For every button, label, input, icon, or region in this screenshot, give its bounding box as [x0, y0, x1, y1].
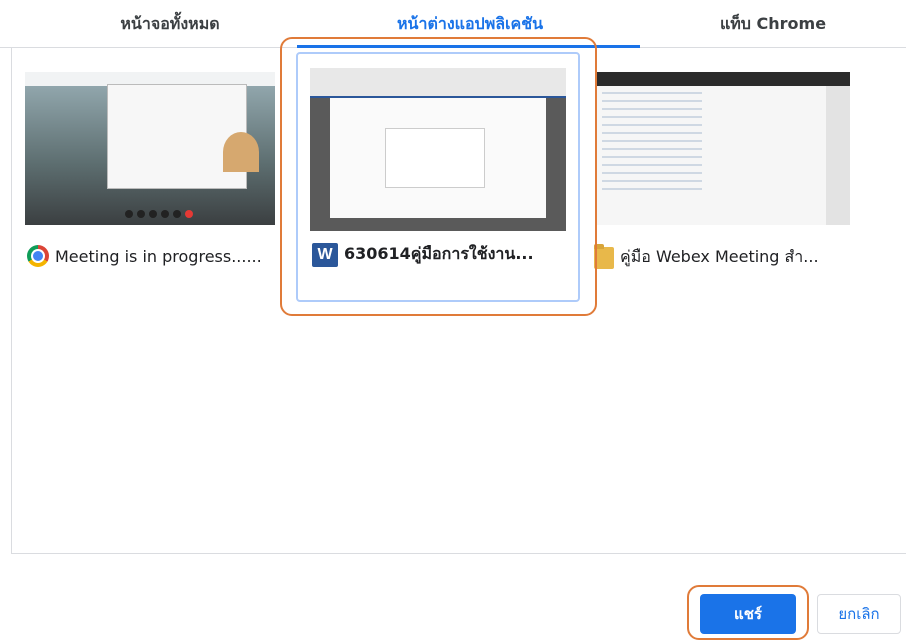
window-thumbnail [596, 72, 850, 225]
window-caption: คู่มือ Webex Meeting สำ... [594, 243, 819, 270]
window-caption: Meeting is in progress...... [27, 245, 262, 267]
thumbnail-ribbon [310, 68, 566, 98]
chrome-icon [27, 245, 49, 267]
thumbnail-controls [125, 210, 193, 218]
window-thumbnail [25, 72, 275, 225]
cancel-button[interactable]: ยกเลิก [817, 594, 901, 634]
tab-label: หน้าจอทั้งหมด [120, 13, 220, 33]
thumbnail-titlebar [596, 72, 850, 86]
window-title: คู่มือ Webex Meeting สำ... [620, 247, 819, 266]
thumbnail-file-list [602, 92, 702, 192]
source-tabs: หน้าจอทั้งหมด หน้าต่างแอปพลิเคชัน แท็บ C… [0, 0, 906, 48]
thumbnail-dialog [385, 128, 485, 188]
window-card-folder[interactable]: คู่มือ Webex Meeting สำ... [594, 62, 906, 302]
window-card-chrome[interactable]: Meeting is in progress...... [15, 62, 285, 302]
tab-chrome-tab[interactable]: แท็บ Chrome [640, 0, 906, 48]
thumbnail-dialog [107, 84, 247, 189]
tab-application-window[interactable]: หน้าต่างแอปพลิเคชัน [300, 0, 640, 48]
word-icon: W [312, 242, 338, 267]
tab-entire-screen[interactable]: หน้าจอทั้งหมด [40, 0, 300, 48]
tab-label: แท็บ Chrome [719, 13, 827, 33]
folder-icon [594, 243, 614, 269]
thumbnail-person [223, 132, 259, 172]
thumbnail-sidebar [826, 86, 850, 225]
window-title: Meeting is in progress...... [55, 246, 262, 266]
tab-label: หน้าต่างแอปพลิเคชัน [396, 13, 544, 33]
window-caption: W 630614คู่มือการใช้งาน... [312, 242, 534, 267]
share-button[interactable]: แชร์ [700, 594, 796, 634]
window-thumbnail [310, 68, 566, 231]
window-title: 630614คู่มือการใช้งาน... [344, 244, 534, 263]
window-card-word-selected[interactable]: W 630614คู่มือการใช้งาน... [296, 52, 580, 302]
